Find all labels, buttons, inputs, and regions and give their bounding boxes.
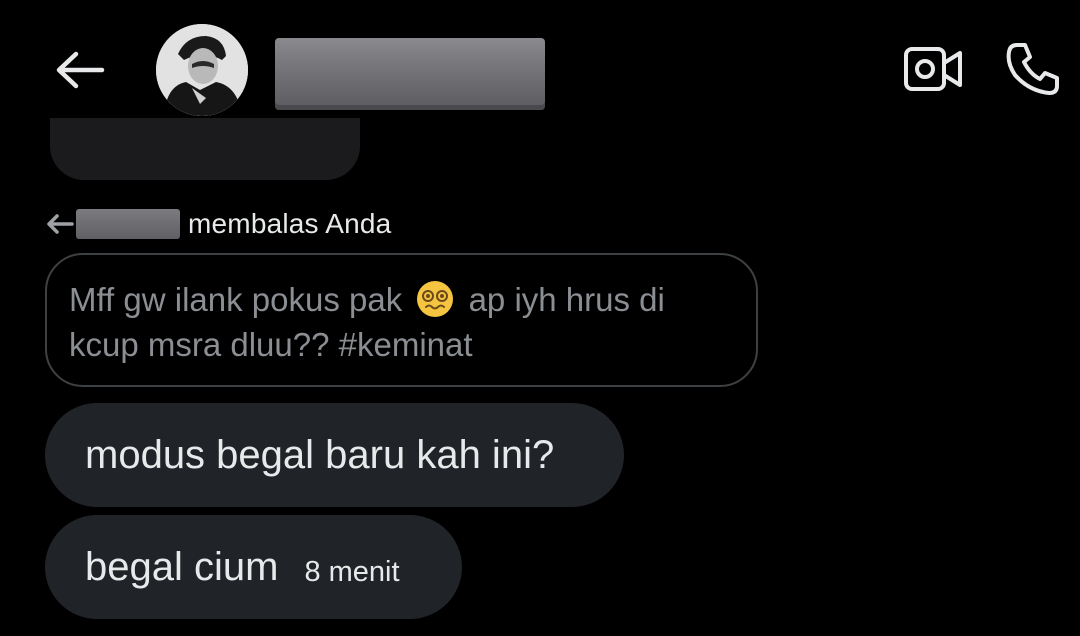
arrow-left-icon <box>56 51 105 89</box>
quoted-text-part1: Mff gw ilank pokus pak <box>69 281 403 318</box>
message-timestamp: 8 menit <box>304 555 400 588</box>
quoted-message[interactable]: Mff gw ilank pokus pak ap iyh hrus di kc… <box>45 253 758 387</box>
woozy-face-icon <box>415 279 455 319</box>
phone-icon <box>1006 43 1059 95</box>
redacted-reply-username <box>76 209 180 239</box>
reply-header: membalas Anda <box>44 205 391 243</box>
message-bubble[interactable]: begal cium 8 menit <box>45 515 462 619</box>
dm-conversation-screen: membalas Anda Mff gw ilank pokus pak ap … <box>0 0 1080 636</box>
redacted-username[interactable] <box>275 38 545 110</box>
back-button[interactable] <box>50 44 110 96</box>
video-camera-icon <box>904 47 962 91</box>
previous-message-bubble[interactable] <box>50 118 360 180</box>
reply-label: membalas Anda <box>188 208 392 239</box>
video-call-button[interactable] <box>898 40 968 98</box>
avatar[interactable] <box>156 24 248 116</box>
message-text: begal cium <box>85 544 279 589</box>
message-bubble[interactable]: modus begal baru kah ini? <box>45 403 624 507</box>
message-text: modus begal baru kah ini? <box>85 432 555 477</box>
avatar-photo <box>156 24 248 116</box>
voice-call-button[interactable] <box>1000 36 1066 102</box>
reply-arrow-icon <box>44 205 74 243</box>
